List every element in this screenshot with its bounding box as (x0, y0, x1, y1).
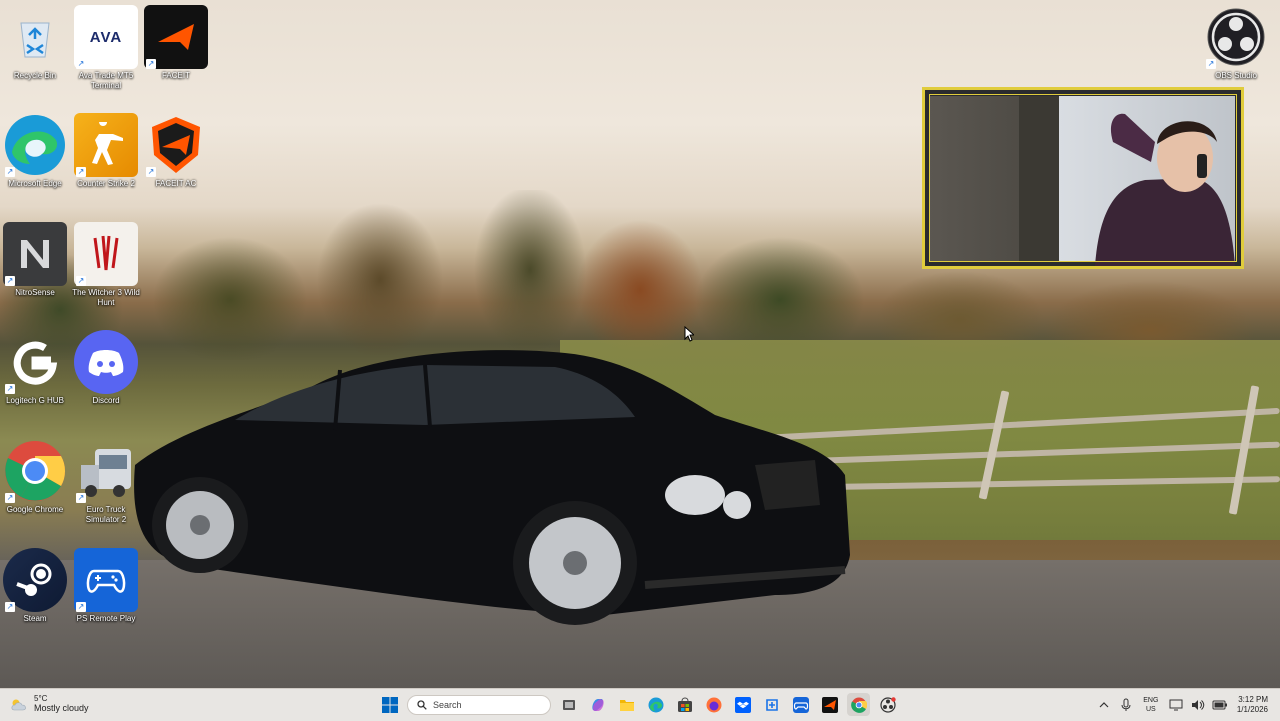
taskbar-obs[interactable] (876, 693, 899, 716)
ava-trade-icon: AVA ↗ (74, 5, 138, 69)
desktop-icon-chrome[interactable]: ↗ Google Chrome (0, 439, 70, 515)
desktop-icon-witcher[interactable]: ↗ The Witcher 3 Wild Hunt (71, 222, 141, 308)
edge-icon (648, 697, 663, 712)
search-placeholder: Search (433, 699, 462, 710)
obs-icon: ↗ (1204, 5, 1268, 69)
desktop-icon-euro-truck[interactable]: ↗ Euro Truck Simulator 2 (71, 439, 141, 525)
task-view-button[interactable] (557, 693, 580, 716)
nitrosense-icon: ↗ (3, 222, 67, 286)
desktop-icon-counter-strike[interactable]: ↗ Counter Strike 2 (71, 113, 141, 189)
clock-date: 1/1/2026 (1236, 705, 1268, 714)
chrome-icon: ↗ (3, 439, 67, 503)
desktop-icon-logitech[interactable]: ↗ Logitech G HUB (0, 330, 70, 406)
volume-button[interactable] (1187, 694, 1209, 716)
desktop-icon-ps-remote-play[interactable]: ↗ PS Remote Play (71, 548, 141, 624)
taskbar-edge[interactable] (644, 693, 667, 716)
ps-remote-play-icon: ↗ (74, 548, 138, 612)
folder-icon (619, 699, 634, 711)
search-icon (417, 699, 427, 710)
show-hidden-icons-button[interactable] (1093, 694, 1115, 716)
wallpaper-car (134, 350, 851, 625)
task-view-icon (562, 699, 575, 710)
chevron-up-icon (1099, 702, 1109, 708)
cloud-icon (11, 699, 26, 710)
weather-widget[interactable]: 5°C Mostly cloudy (10, 694, 89, 713)
taskbar-search[interactable]: Search (407, 694, 551, 715)
desktop-icon-nitrosense[interactable]: ↗ NitroSense (0, 222, 70, 298)
network-icon (1169, 699, 1183, 711)
microphone-button[interactable] (1115, 694, 1137, 716)
logitech-icon: ↗ (3, 330, 67, 394)
desktop-icon-discord[interactable]: Discord (71, 330, 141, 406)
dropbox-icon (734, 696, 751, 713)
weather-temp: 5°C (34, 694, 48, 703)
faceit-ac-icon: ↗ (144, 113, 208, 177)
taskbar-faceit[interactable] (818, 693, 841, 716)
witcher-icon: ↗ (74, 222, 138, 286)
battery-button[interactable] (1209, 694, 1231, 716)
microphone-icon (1121, 698, 1131, 711)
taskbar-copilot[interactable] (586, 693, 609, 716)
start-button[interactable] (378, 693, 401, 716)
network-button[interactable] (1165, 694, 1187, 716)
taskbar-apps: Search (378, 693, 899, 716)
ps-remote-play-icon (792, 696, 809, 713)
desktop-icon-faceit-ac[interactable]: ↗ FACEIT AC (141, 113, 211, 189)
taskbar-chrome[interactable] (847, 693, 870, 716)
app-icon (765, 698, 778, 711)
mouse-cursor (684, 326, 694, 342)
recycle-bin-icon (3, 5, 67, 69)
language-indicator[interactable]: ENG US (1137, 696, 1165, 714)
battery-icon (1212, 700, 1227, 710)
store-icon (677, 697, 692, 712)
taskbar-app-blue[interactable] (760, 693, 783, 716)
weather-condition: Mostly cloudy (34, 703, 89, 713)
windows-icon (381, 696, 398, 713)
counter-strike-icon: ↗ (74, 113, 138, 177)
clock-time: 3:12 PM (1238, 695, 1268, 704)
euro-truck-icon: ↗ (74, 439, 138, 503)
copilot-icon (591, 698, 604, 711)
discord-icon (74, 330, 138, 394)
volume-icon (1191, 700, 1205, 710)
taskbar-file-explorer[interactable] (615, 693, 638, 716)
desktop-icon-edge[interactable]: ↗ Microsoft Edge (0, 113, 70, 189)
desktop-icon-steam[interactable]: ↗ Steam (0, 548, 70, 624)
edge-icon: ↗ (3, 113, 67, 177)
desktop-icon-obs[interactable]: ↗ OBS Studio (1201, 5, 1271, 81)
webcam-overlay[interactable] (922, 87, 1244, 269)
system-tray: ENG US 3:12 PM 1/1/2026 (1093, 689, 1280, 721)
steam-icon: ↗ (3, 548, 67, 612)
firefox-icon (706, 697, 721, 712)
taskbar-ps-remote-play[interactable] (789, 693, 812, 716)
taskbar-firefox[interactable] (702, 693, 725, 716)
taskbar-store[interactable] (673, 693, 696, 716)
desktop-icon-ava-trade[interactable]: AVA ↗ Ava Trade MT5 Terminal (71, 5, 141, 91)
chrome-icon (850, 697, 867, 713)
desktop-icon-recycle-bin[interactable]: Recycle Bin (0, 5, 70, 81)
desktop-icon-faceit[interactable]: ↗ FACEIT (141, 5, 211, 81)
obs-icon (879, 696, 896, 713)
faceit-icon (821, 696, 838, 713)
faceit-icon: ↗ (144, 5, 208, 69)
taskbar: 5°C Mostly cloudy Search ENG US 3:12 PM … (0, 688, 1280, 721)
taskbar-clock[interactable]: 3:12 PM 1/1/2026 (1231, 695, 1280, 715)
taskbar-dropbox[interactable] (731, 693, 754, 716)
